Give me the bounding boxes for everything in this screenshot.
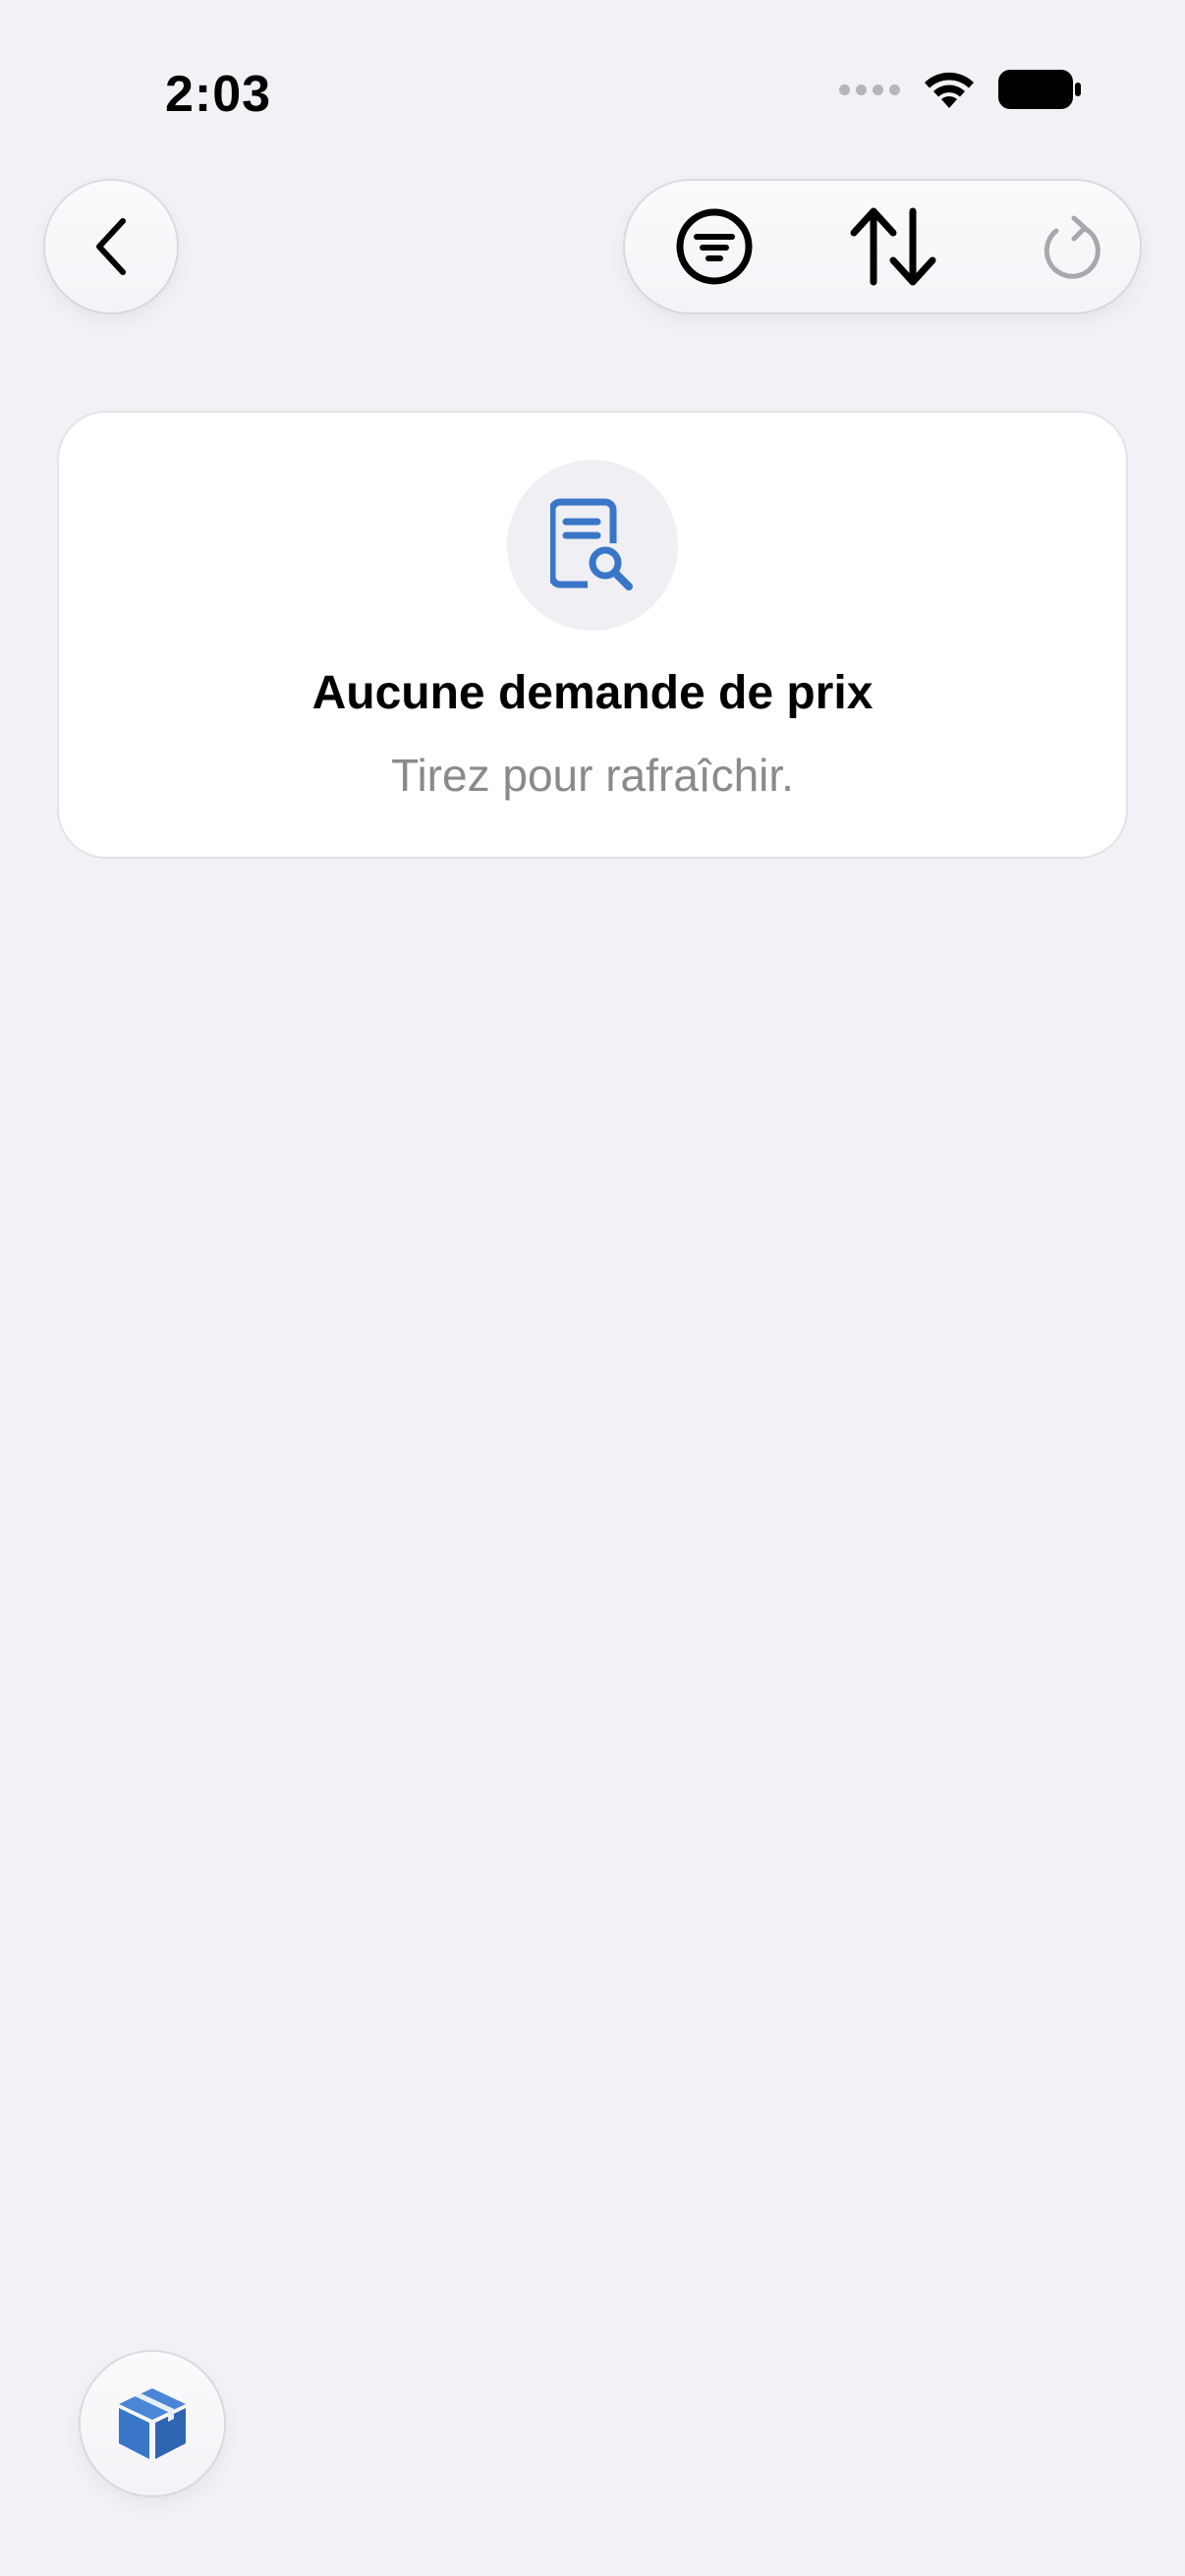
- chevron-left-icon: [96, 218, 126, 275]
- package-box-icon: [119, 2388, 186, 2459]
- filter-icon: [676, 208, 753, 285]
- refresh-button[interactable]: [1008, 181, 1136, 312]
- filter-button[interactable]: [650, 181, 778, 312]
- status-time: 2:03: [165, 66, 272, 123]
- refresh-icon: [1044, 215, 1100, 279]
- status-bar: 2:03: [0, 0, 1185, 187]
- toolbar: [625, 181, 1140, 312]
- status-icons: [839, 69, 1081, 110]
- empty-state-card: Aucune demande de prix Tirez pour rafraî…: [59, 413, 1126, 857]
- package-button[interactable]: [81, 2352, 224, 2495]
- empty-state-subtitle: Tirez pour rafraîchir.: [391, 750, 794, 801]
- sort-arrows-icon: [850, 207, 936, 286]
- empty-state-title: Aucune demande de prix: [311, 667, 874, 719]
- sort-button[interactable]: [829, 181, 957, 312]
- document-search-icon: [550, 498, 633, 590]
- empty-state-icon-container: [507, 460, 678, 631]
- wifi-icon: [922, 69, 977, 110]
- battery-icon: [998, 70, 1081, 109]
- signal-dots-icon: [839, 84, 900, 95]
- back-button[interactable]: [45, 181, 177, 312]
